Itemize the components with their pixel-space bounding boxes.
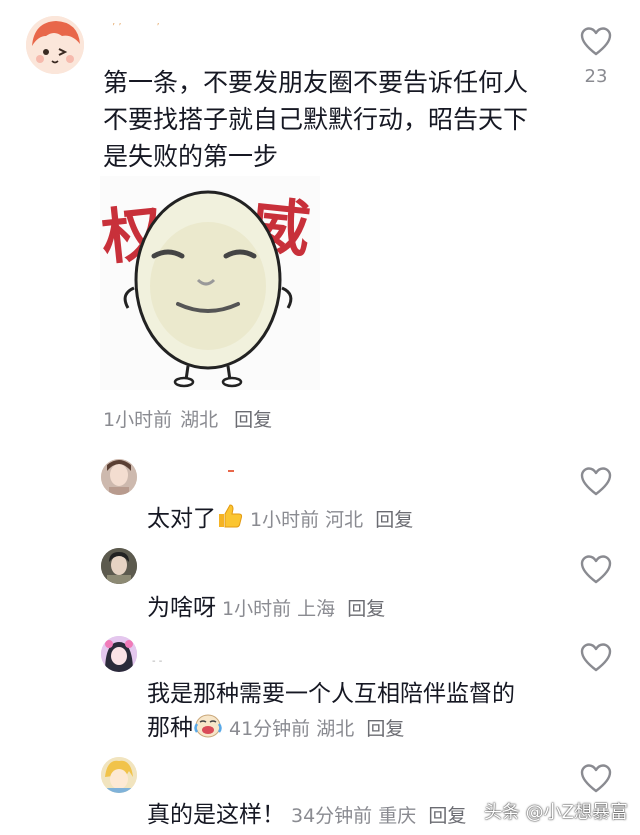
heart-icon: [580, 27, 612, 56]
reply-1: 太对了 1小时前 河北 回复: [147, 499, 413, 536]
like-button-main[interactable]: [579, 25, 613, 59]
cartoon-face-icon: [26, 16, 84, 74]
reply-button[interactable]: 回复: [366, 718, 404, 740]
reply-3-line-2: 那种 41分钟前 湖北 回复: [147, 708, 404, 745]
like-count-main: 23: [584, 66, 608, 87]
reply-avatar[interactable]: [101, 548, 137, 584]
reply-text: 太对了: [147, 506, 216, 532]
main-comment-meta: 1小时前 湖北 回复: [103, 405, 272, 432]
reply-button[interactable]: 回复: [375, 509, 413, 531]
heart-icon: [580, 555, 612, 584]
main-avatar[interactable]: [26, 16, 84, 74]
reply-text: 真的是这样！: [147, 802, 285, 828]
reply-location: 重庆: [378, 805, 417, 827]
crying-laughing-icon: [193, 711, 223, 745]
comment-location: 湖北: [180, 409, 219, 431]
reply-avatar[interactable]: [101, 636, 137, 672]
like-button-reply-1[interactable]: [579, 465, 613, 499]
heart-icon: [580, 467, 612, 496]
egg-sticker-image[interactable]: 权 威: [98, 176, 320, 390]
reply-location: 上海: [297, 598, 336, 620]
reply-avatar[interactable]: [101, 757, 137, 793]
user-photo-icon: [101, 548, 137, 584]
heart-icon: [580, 764, 612, 793]
egg-face-sticker-icon: 权 威: [98, 190, 313, 388]
reply-2: 为啥呀 1小时前 上海 回复: [147, 588, 385, 622]
username-marks: ’ ’ ’: [112, 22, 160, 33]
anime-boy-icon: [101, 757, 137, 793]
reply-4: 真的是这样！ 34分钟前 重庆 回复: [147, 795, 466, 829]
user-photo-icon: [101, 459, 137, 495]
reply-time: 1小时前: [222, 598, 292, 620]
reply-text: 为啥呀: [147, 595, 216, 621]
thumbs-up-icon: [216, 502, 244, 536]
reply-button[interactable]: 回复: [234, 409, 272, 431]
anime-girl-icon: [101, 636, 137, 672]
reply-text: 那种: [147, 715, 193, 741]
comment-time: 1小时前: [103, 409, 173, 431]
reply-3-line-1: 我是那种需要一个人互相陪伴监督的: [147, 681, 515, 707]
reply-location: 河北: [325, 509, 364, 531]
reply-time: 1小时前: [250, 509, 320, 531]
like-button-reply-4[interactable]: [579, 762, 613, 796]
username-mark: [228, 470, 234, 472]
like-button-reply-3[interactable]: [579, 641, 613, 675]
reply-time: 41分钟前: [229, 718, 311, 740]
reply-avatar[interactable]: [101, 459, 137, 495]
reply-location: 湖北: [316, 718, 355, 740]
reply-button[interactable]: 回复: [428, 805, 466, 827]
like-button-reply-2[interactable]: [579, 553, 613, 587]
username-marks: - -: [152, 656, 163, 667]
watermark: 头条 @小Z想暴富: [483, 802, 628, 823]
heart-icon: [580, 643, 612, 672]
main-comment-text: 第一条，不要发朋友圈不要告诉任何人不要找搭子就自己默默行动，昭告天下是失败的第一…: [103, 68, 529, 171]
reply-button[interactable]: 回复: [347, 598, 385, 620]
reply-time: 34分钟前: [291, 805, 373, 827]
